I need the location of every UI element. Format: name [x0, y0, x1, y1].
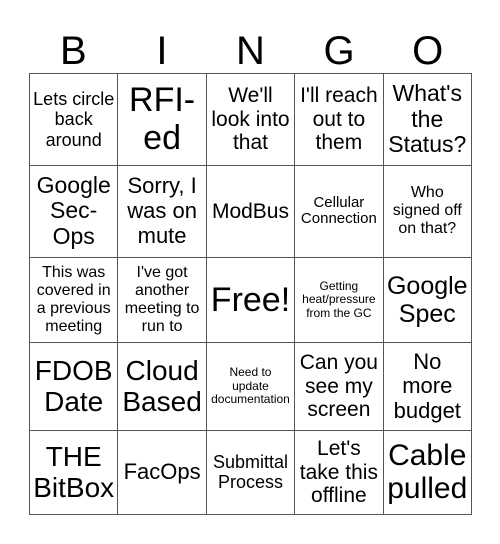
bingo-cell[interactable]: Cloud Based [117, 342, 207, 431]
bingo-cell[interactable]: Cable pulled [382, 429, 473, 516]
bingo-cell[interactable]: Google Spec [382, 256, 473, 344]
header-letter-b: B [59, 29, 87, 73]
bingo-cell[interactable]: Let's take this offline [294, 429, 384, 516]
bingo-cell[interactable]: RFI- ed [117, 73, 207, 166]
bingo-cell[interactable]: ModBus [205, 164, 296, 258]
bingo-header: B I N G O [29, 28, 472, 74]
header-letter-n: N [236, 29, 265, 73]
bingo-cell[interactable]: Submittal Process [205, 429, 296, 516]
bingo-cell[interactable]: Can you see my screen [294, 342, 384, 431]
bingo-cell[interactable]: This was covered in a previous meeting [28, 256, 119, 344]
bingo-row: Google Sec- Ops Sorry, I was on mute ModBu… [28, 164, 473, 258]
bingo-row: Lets circle back around RFI- ed We'll look… [28, 73, 473, 166]
bingo-cell[interactable]: Sorry, I was on mute [117, 164, 207, 258]
bingo-cell[interactable]: Cellular Connection [294, 164, 384, 258]
bingo-cell[interactable]: Lets circle back around [28, 73, 119, 166]
header-letter-o: O [412, 29, 444, 73]
bingo-cell[interactable]: FacOps [117, 429, 207, 516]
bingo-cell[interactable]: I'll reach out to them [294, 73, 384, 166]
bingo-cell[interactable]: What's the Status? [382, 73, 473, 166]
bingo-cell[interactable]: Need to update documentation [205, 342, 296, 431]
bingo-cell[interactable]: FDOB Date [28, 342, 119, 431]
bingo-row: FDOB Date Cloud Based Need to update docum… [28, 342, 473, 431]
bingo-cell[interactable]: Free! [205, 256, 296, 344]
header-letter-i: I [156, 29, 168, 73]
bingo-row: This was covered in a previous meeting I'… [28, 256, 473, 344]
bingo-cell[interactable]: THE BitBox [28, 429, 119, 516]
bingo-cell[interactable]: Getting heat/pressure from the GC [294, 256, 384, 344]
bingo-cell[interactable]: Who signed off on that? [382, 164, 473, 258]
bingo-cell[interactable]: No more budget [382, 342, 473, 431]
bingo-cell[interactable]: We'll look into that [205, 73, 296, 166]
bingo-grid: Lets circle back around RFI- ed We'll look… [28, 73, 473, 516]
bingo-row: THE BitBox FacOps Submittal Process Let's t… [28, 429, 473, 516]
bingo-cell[interactable]: I've got another meeting to run to [117, 256, 207, 344]
bingo-cell[interactable]: Google Sec- Ops [28, 164, 119, 258]
header-letter-g: G [323, 29, 355, 73]
